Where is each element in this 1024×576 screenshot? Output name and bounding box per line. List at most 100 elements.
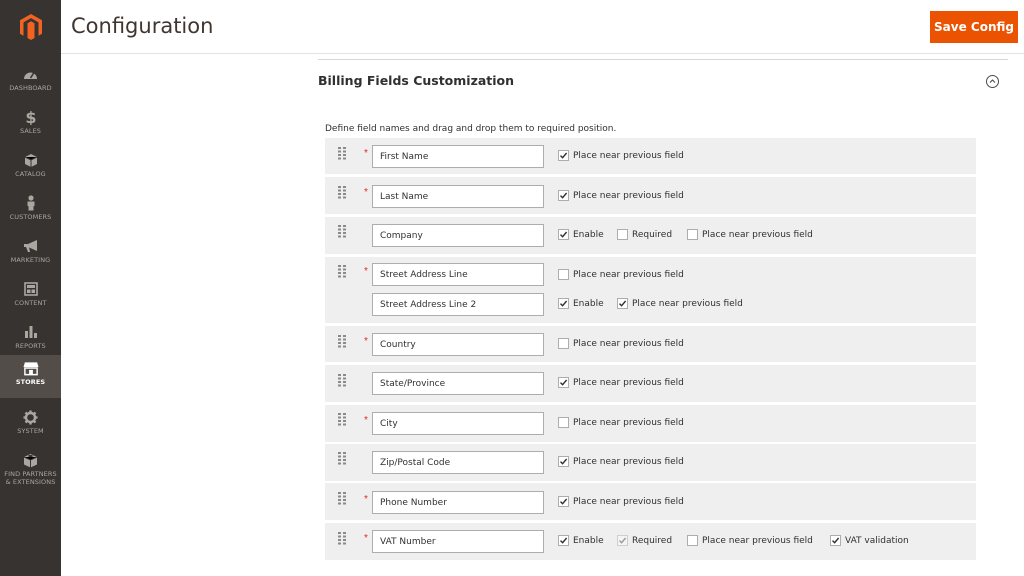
required-checkbox[interactable]: Required	[617, 229, 672, 240]
sidebar-item-marketing[interactable]: Marketing	[0, 233, 61, 276]
drag-handle-icon[interactable]	[338, 492, 346, 505]
field-row-state-province: Place near previous field	[325, 365, 976, 402]
sidebar-item-stores[interactable]: Stores	[0, 355, 61, 398]
checkbox-label: Place near previous field	[632, 298, 743, 309]
enable-checkbox[interactable]: Enable	[558, 229, 604, 240]
checkbox-unchecked[interactable]	[687, 535, 698, 546]
drag-handle-icon[interactable]	[338, 265, 346, 278]
sidebar-item-label: Reports	[15, 342, 46, 350]
checkbox-checked[interactable]	[558, 190, 569, 201]
checkbox-checked[interactable]	[558, 150, 569, 161]
required-asterisk: *	[364, 494, 368, 505]
field-name-input[interactable]	[372, 451, 544, 474]
drag-handle-icon[interactable]	[338, 225, 346, 238]
drag-handle-icon[interactable]	[338, 186, 346, 199]
sidebar-item-system[interactable]: System	[0, 404, 61, 447]
field-name-input[interactable]	[372, 145, 544, 168]
checkbox-checked[interactable]	[558, 535, 569, 546]
place-near-checkbox[interactable]: Place near previous field	[687, 229, 813, 240]
sidebar-item-label: Customers	[9, 213, 52, 221]
drag-handle-icon[interactable]	[338, 374, 346, 387]
sidebar-item-label: Marketing	[10, 256, 51, 264]
checkbox-label: Place near previous field	[702, 535, 813, 546]
required-asterisk: *	[364, 266, 368, 277]
megaphone-icon	[23, 238, 39, 254]
enable-checkbox[interactable]: Enable	[558, 535, 604, 546]
field-name-input[interactable]	[372, 185, 544, 208]
required-checkbox-disabled: Required	[617, 535, 672, 546]
drag-handle-icon[interactable]	[338, 532, 346, 545]
sidebar-item-content[interactable]: Content	[0, 276, 61, 319]
checkbox-label: Enable	[573, 535, 604, 546]
place-near-checkbox[interactable]: Place near previous field	[558, 456, 684, 467]
collapse-section-button[interactable]	[986, 75, 999, 88]
checkbox-label: Required	[632, 229, 673, 240]
admin-sidebar: Dashboard $ Sales Catalog Customers Mark…	[0, 0, 61, 576]
magento-logo-icon[interactable]	[0, 0, 61, 54]
checkbox-label: VAT validation	[845, 535, 909, 546]
sidebar-item-find-partners[interactable]: Find Partners & Extensions	[0, 447, 61, 490]
checkbox-checked[interactable]	[617, 298, 628, 309]
drag-handle-icon[interactable]	[338, 413, 346, 426]
vat-validation-checkbox[interactable]: VAT validation	[830, 535, 909, 546]
bar-chart-icon	[23, 324, 39, 340]
sidebar-item-label: Dashboard	[9, 84, 52, 92]
field-row-street-address: * Place near previous field Enable Place…	[325, 257, 976, 323]
section-title[interactable]: Billing Fields Customization	[318, 73, 514, 88]
place-near-checkbox[interactable]: Place near previous field	[558, 269, 684, 280]
sidebar-item-customers[interactable]: Customers	[0, 190, 61, 233]
field-row-vat-number: * Enable Required Place near previous fi…	[325, 523, 976, 560]
field-name-input[interactable]	[372, 530, 544, 553]
enable-checkbox[interactable]: Enable	[558, 298, 604, 309]
checkbox-label: Required	[632, 535, 673, 546]
page-title: Configuration	[71, 14, 214, 38]
place-near-checkbox[interactable]: Place near previous field	[617, 298, 743, 309]
checkbox-unchecked[interactable]	[558, 338, 569, 349]
sidebar-item-label: Find Partners & Extensions	[4, 470, 57, 486]
checkbox-unchecked[interactable]	[617, 229, 628, 240]
field-name-input[interactable]	[372, 372, 544, 395]
sidebar-item-dashboard[interactable]: Dashboard	[0, 61, 61, 104]
place-near-checkbox[interactable]: Place near previous field	[558, 496, 684, 507]
checkbox-unchecked[interactable]	[687, 229, 698, 240]
checkbox-checked[interactable]	[558, 496, 569, 507]
field-name-input[interactable]	[372, 491, 544, 514]
place-near-checkbox[interactable]: Place near previous field	[687, 535, 813, 546]
content-layout-icon	[23, 281, 39, 297]
place-near-checkbox[interactable]: Place near previous field	[558, 190, 684, 201]
checkbox-checked[interactable]	[558, 377, 569, 388]
dashboard-icon	[23, 66, 39, 82]
sidebar-item-label: Stores	[15, 378, 46, 386]
section-divider	[318, 59, 1008, 60]
drag-handle-icon[interactable]	[338, 147, 346, 160]
place-near-checkbox[interactable]: Place near previous field	[558, 417, 684, 428]
field-name-input[interactable]	[372, 293, 544, 316]
checkbox-label: Place near previous field	[573, 496, 684, 507]
sidebar-item-sales[interactable]: $ Sales	[0, 104, 61, 147]
place-near-checkbox[interactable]: Place near previous field	[558, 377, 684, 388]
field-name-input[interactable]	[372, 263, 544, 286]
drag-handle-icon[interactable]	[338, 452, 346, 465]
drag-handle-icon[interactable]	[338, 335, 346, 348]
sidebar-item-catalog[interactable]: Catalog	[0, 147, 61, 190]
place-near-checkbox[interactable]: Place near previous field	[558, 338, 684, 349]
checkbox-checked[interactable]	[558, 229, 569, 240]
checkbox-checked[interactable]	[830, 535, 841, 546]
sidebar-item-label: Sales	[19, 127, 42, 135]
checkbox-checked-disabled	[617, 535, 628, 546]
field-row-country: * Place near previous field	[325, 326, 976, 362]
box-icon	[23, 152, 39, 168]
field-name-input[interactable]	[372, 333, 544, 356]
checkbox-unchecked[interactable]	[558, 269, 569, 280]
checkbox-checked[interactable]	[558, 298, 569, 309]
checkbox-unchecked[interactable]	[558, 417, 569, 428]
field-name-input[interactable]	[372, 412, 544, 435]
checkbox-checked[interactable]	[558, 456, 569, 467]
field-name-input[interactable]	[372, 224, 544, 247]
checkbox-label: Place near previous field	[573, 377, 684, 388]
save-config-button[interactable]: Save Config	[930, 11, 1018, 43]
checkbox-label: Place near previous field	[573, 150, 684, 161]
checkbox-label: Place near previous field	[573, 456, 684, 467]
place-near-checkbox[interactable]: Place near previous field	[558, 150, 684, 161]
sidebar-item-label: System	[17, 427, 44, 435]
